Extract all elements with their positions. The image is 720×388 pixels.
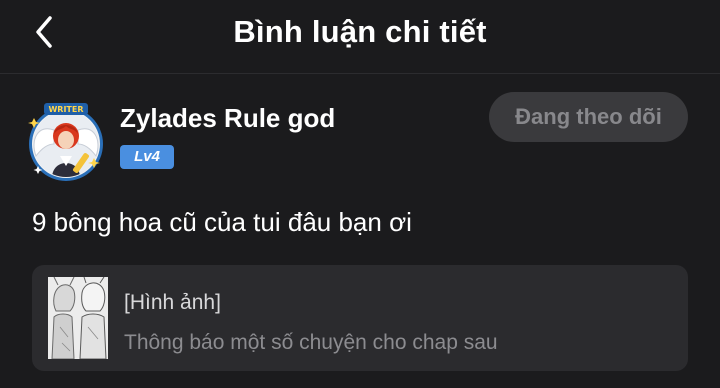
username[interactable]: Zylades Rule god <box>120 103 335 134</box>
chapter-thumbnail <box>48 277 108 359</box>
comment-text: 9 bông hoa cũ của tui đâu bạn ơi <box>32 207 412 237</box>
avatar-frame: WRITER <box>28 103 103 181</box>
level-badge: Lv4 <box>120 145 174 169</box>
avatar[interactable]: WRITER <box>24 100 108 184</box>
avatar-frame-label: WRITER <box>48 105 83 114</box>
sketch-image <box>48 277 108 359</box>
chapter-card-title: [Hình ảnh] <box>124 291 221 314</box>
chapter-card-subtitle: Thông báo một số chuyện cho chap sau <box>124 331 498 354</box>
page-title: Bình luận chi tiết <box>233 14 487 49</box>
header-bar: Bình luận chi tiết <box>0 0 720 74</box>
chapter-card[interactable]: [Hình ảnh] Thông báo một số chuyện cho c… <box>32 265 688 371</box>
follow-button[interactable]: Đang theo dõi <box>489 92 688 142</box>
